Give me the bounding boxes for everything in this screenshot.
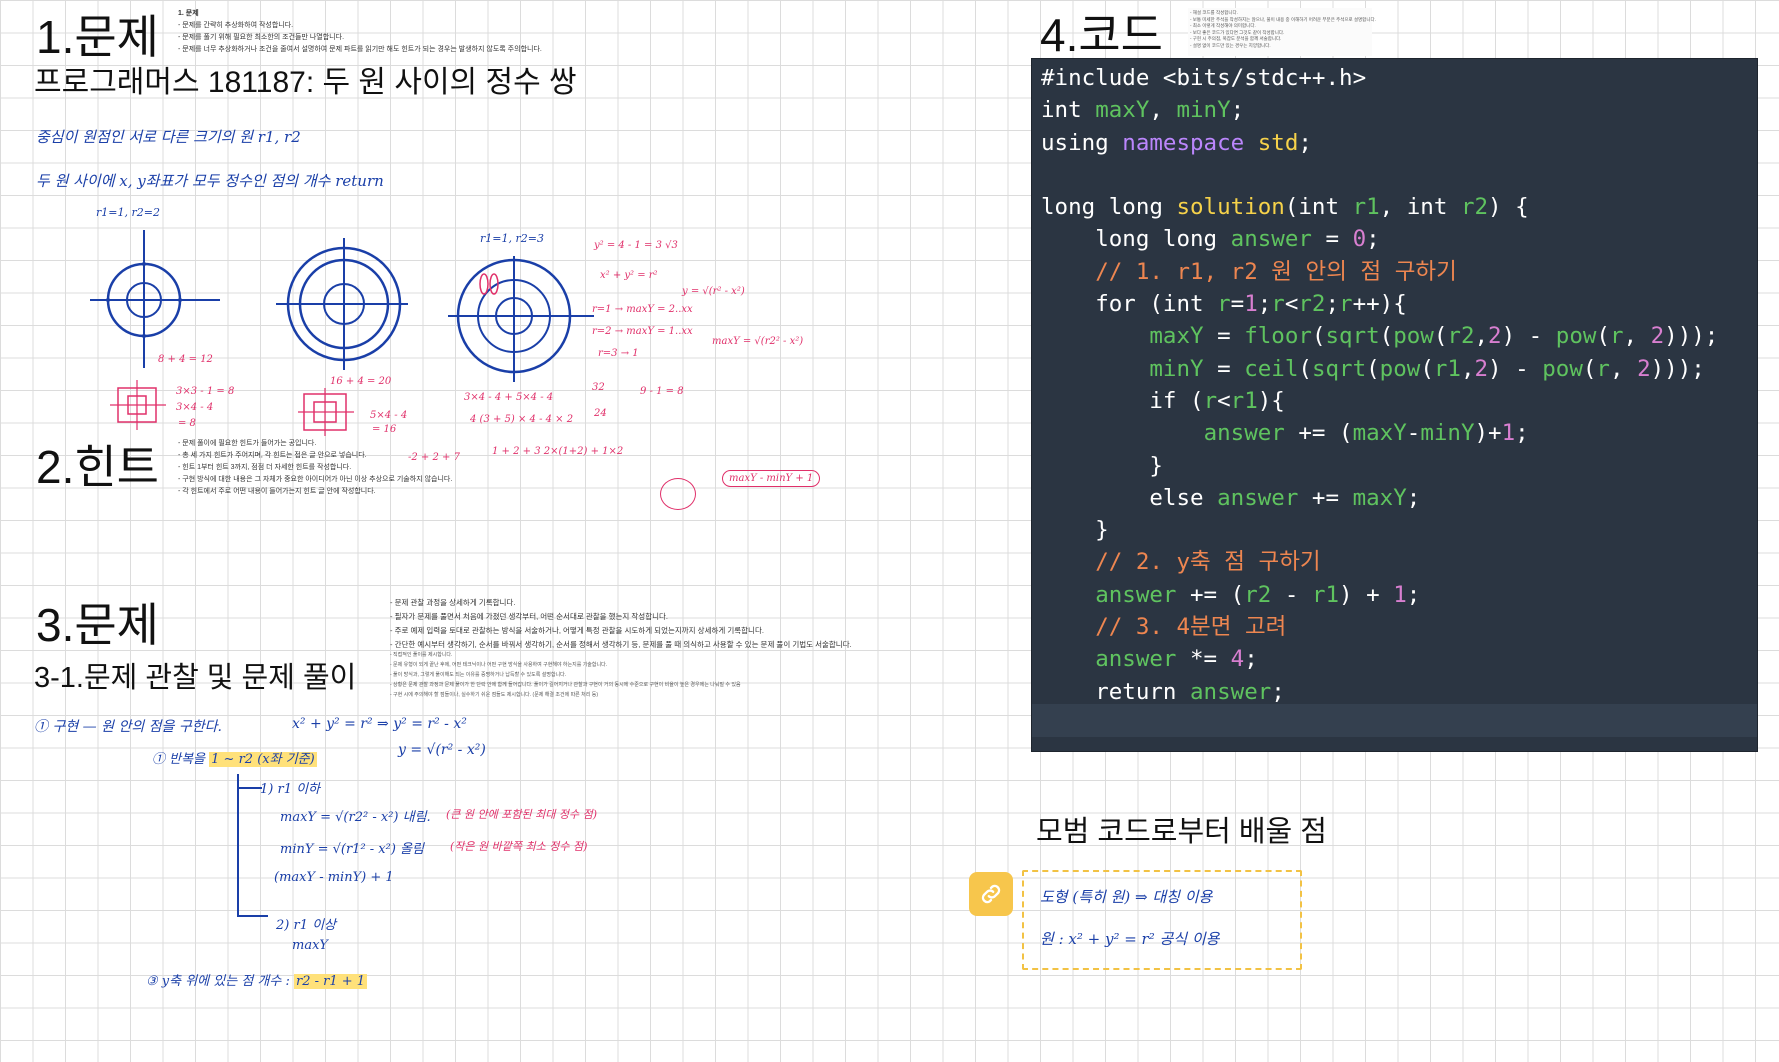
pink-note: 3×3 - 1 = 8 xyxy=(176,386,235,397)
hint-template-line: - 구현 방식에 대한 내용은 그 자체가 중요한 아이디어가 아닌 이상 추상… xyxy=(178,476,453,483)
circle-sketch-2 xyxy=(276,238,408,370)
solution-template-notes: - 직접적인 풀이를 제시합니다. - 문제 유형이 되게 끝난 후에, 어떤 … xyxy=(390,650,741,700)
problem-template-line: - 문제를 간략히 추상화하여 작성합니다. xyxy=(178,22,294,29)
pink-note: = 16 xyxy=(372,424,397,435)
pink-note: 32 xyxy=(592,382,605,393)
takeaway-box[interactable]: 도형 (특히 원) ⇒ 대칭 이용 원 : x² + y² = r² 공식 이용 xyxy=(1022,870,1302,970)
solution-minY-note: (작은 원 바깥쪽 최소 정수 점) xyxy=(450,840,588,853)
circle-sketch-1 xyxy=(90,230,220,368)
handwritten-problem-line: 중심이 원점인 서로 다른 크기의 원 r1, r2 xyxy=(36,128,301,146)
pink-note: y² = 4 - 1 = 3 √3 xyxy=(594,240,678,251)
solution-loop-label: ① 반복을 1 ~ r2 (x좌 기준) xyxy=(152,748,317,767)
pink-circle-mark xyxy=(660,478,696,510)
example-label: r1=1, r2=2 xyxy=(96,206,160,219)
observation-template-notes: - 문제 관찰 과정을 상세하게 기록합니다. - 필자가 문제를 풀면서 처음… xyxy=(390,596,852,652)
observation-template-line: - 주로 예제 입력을 토대로 관찰하는 방식을 서술하거나, 어떻게 특정 관… xyxy=(390,626,764,635)
pink-note: 1 + 2 + 3 2×(1+2) + 1×2 xyxy=(492,446,624,457)
solution-case2-val: maxY xyxy=(292,938,328,953)
hint-template-line: - 문제 풀이에 필요한 힌트가 들어가는 공입니다. xyxy=(178,440,317,447)
pink-note: 4 (3 + 5) × 4 - 4 × 2 xyxy=(470,414,574,425)
observation-template-line: - 필자가 문제를 풀면서 처음에 가졌던 생각부터, 어떤 순서대로 관찰을 … xyxy=(390,612,668,621)
link-icon xyxy=(981,884,1001,904)
solution-case1: 1) r1 이하 xyxy=(260,782,321,797)
solution-step1-formula: x² + y² = r² ⇒ y² = r² - x² xyxy=(292,716,467,732)
pink-note: 8 + 4 = 12 xyxy=(158,354,213,365)
solution-template-line: - 상황은 문제 관찰 과정과 문제 풀이가 한 단락 안에 함께 들어갑니다.… xyxy=(390,682,741,688)
hint-template-line: - 힌트 1부터 힌트 3까지, 점점 더 자세한 힌트를 작성합니다. xyxy=(178,464,352,471)
solution-template-line: - 직접적인 풀이를 제시합니다. xyxy=(390,652,453,658)
loop-range-highlight: 1 ~ r2 (x좌 기준) xyxy=(209,752,317,767)
pink-note: 9 - 1 = 8 xyxy=(640,386,684,397)
solution-template-line: - 구현 시에 주의해야 할 점들이나, 실수하기 쉬운 점들도 제시합니다. … xyxy=(390,692,599,698)
grid-sketch-2 xyxy=(298,388,354,436)
hint-template-line: - 각 힌트에서 주로 어떤 내용이 들어가는지 힌트 글 안에 작성합니다. xyxy=(178,488,376,495)
current-line-highlight xyxy=(1032,704,1757,737)
link-button[interactable] xyxy=(969,872,1013,916)
solution-maxY-note: (큰 원 안에 포함된 최대 정수 점) xyxy=(446,808,598,821)
takeaway-line: 원 : x² + y² = r² 공식 이용 xyxy=(1040,930,1220,948)
section-3-subtitle: 3-1.문제 관찰 및 문제 풀이 xyxy=(34,662,357,694)
pink-note: maxY - minY + 1 xyxy=(722,470,821,487)
section-4-title: 4.코드 xyxy=(1040,9,1164,61)
takeaway-line: 도형 (특히 원) ⇒ 대칭 이용 xyxy=(1040,888,1213,906)
hint-template-line: - 총 세 가지 힌트가 주어지며, 각 힌트는 접은 글 안으로 넣습니다. xyxy=(178,452,367,459)
solution-step1-formula2: y = √(r² - x²) xyxy=(398,742,486,758)
observation-template-line: - 문제 관찰 과정을 상세하게 기록합니다. xyxy=(390,598,516,607)
code-block[interactable]: #include <bits/stdc++.h> int maxY, minY;… xyxy=(1032,59,1757,740)
example-label: r1=1, r2=3 xyxy=(480,232,544,245)
problem-template-heading: 1. 문제 xyxy=(178,10,199,17)
step3-label: ③ y축 위에 있는 점 개수 : xyxy=(146,974,290,989)
solution-step3: ③ y축 위에 있는 점 개수 : r2 - r1 + 1 xyxy=(146,970,368,989)
solution-template-line: - 풀이 방식과, 그렇게 풀이해도 되는 이유를 증명하거나 납득할 수 있도… xyxy=(390,672,567,678)
solution-maxY: maxY = √(r2² - x²) 내림. xyxy=(280,810,431,825)
loop-label: ① 반복을 xyxy=(152,752,206,767)
grid-sketch-1 xyxy=(110,380,166,430)
code-editor[interactable]: #include <bits/stdc++.h> int maxY, minY;… xyxy=(1031,58,1758,752)
pink-note: y = √(r² - x²) xyxy=(682,286,745,297)
solution-template-line: - 문제 유형이 되게 끝난 후에, 어떤 테크닉이나 어떤 구현 방식을 사용… xyxy=(390,662,608,668)
code-template-line: - 설명 없이 코드만 있는 경우는 지양합니다. xyxy=(1190,42,1271,48)
section-2-title: 2.힌트 xyxy=(36,441,160,493)
code-template-notes: - 해설 코드를 작성합니다. - 보통 미세한 주석을 작성하지는 않으나, … xyxy=(1188,8,1376,56)
pink-note: r=1 → maxY = 2..xx xyxy=(592,304,693,315)
pink-note: 3×4 - 4 xyxy=(176,402,214,413)
handwritten-problem-line: 두 원 사이에 x, y좌표가 모두 정수인 점의 개수 return xyxy=(36,172,384,190)
problem-template-notes: 1. 문제 - 문제를 간략히 추상화하여 작성합니다. - 문제를 풀기 위해… xyxy=(178,8,542,56)
solution-minY: minY = √(r1² - x²) 올림 xyxy=(280,842,424,857)
takeaway-title: 모범 코드로부터 배울 점 xyxy=(1036,816,1327,848)
pink-note: 3×4 - 4 + 5×4 - 4 xyxy=(464,392,554,403)
problem-template-line: - 문제를 너무 추상화하거나 조건을 줄여서 설명하여 문제 파트를 읽기만 … xyxy=(178,46,542,53)
pink-note: 5×4 - 4 xyxy=(370,410,408,421)
solution-diff: (maxY - minY) + 1 xyxy=(274,870,394,885)
hint-template-notes: - 문제 풀이에 필요한 힌트가 들어가는 공입니다. - 총 세 가지 힌트가… xyxy=(178,438,452,498)
pink-note: r=2 → maxY = 1..xx xyxy=(592,326,693,337)
pink-note: 16 + 4 = 20 xyxy=(330,376,392,387)
problem-title: 프로그래머스 181187: 두 원 사이의 정수 쌍 xyxy=(34,66,577,99)
solution-case2: 2) r1 이상 xyxy=(276,918,337,933)
pink-note: = 8 xyxy=(178,418,196,429)
problem-template-line: - 문제를 풀기 위해 필요한 최소한의 조건들만 나열합니다. xyxy=(178,34,345,41)
pink-note: r=3 → 1 xyxy=(598,348,639,359)
section-1-title: 1.문제 xyxy=(36,11,160,63)
section-3-title: 3.문제 xyxy=(36,599,160,651)
pink-note: 24 xyxy=(594,408,607,419)
solution-step1: ① 구현 — 원 안의 점을 구한다. xyxy=(34,719,222,735)
step3-value-highlight: r2 - r1 + 1 xyxy=(294,974,368,989)
pink-note: maxY = √(r2² - x²) xyxy=(712,336,804,347)
circle-sketch-3 xyxy=(448,256,594,382)
pink-note: x² + y² = r² xyxy=(600,270,658,281)
